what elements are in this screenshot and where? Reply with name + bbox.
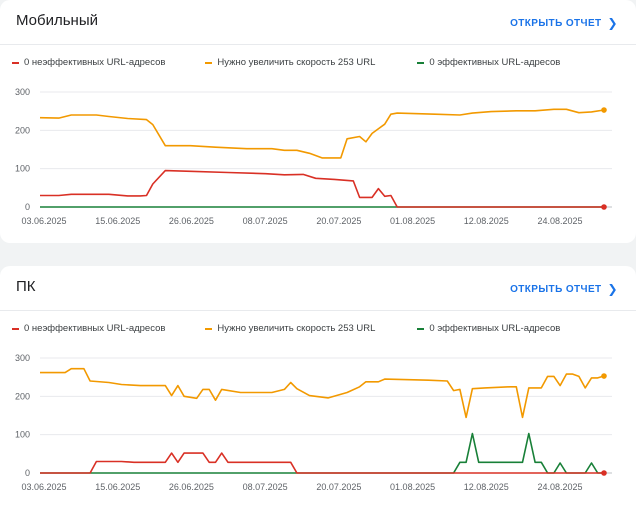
legend-swatch-poor xyxy=(12,327,19,330)
legend-item-good[interactable]: 0 эффективных URL-адресов xyxy=(417,323,560,334)
x-tick-label: 24.08.2025 xyxy=(537,482,582,492)
chart-legend-mobile: 0 неэффективных URL-адресов Нужно увелич… xyxy=(12,57,600,68)
x-tick-label: 20.07.2025 xyxy=(316,482,361,492)
y-tick-label: 100 xyxy=(15,430,30,440)
open-report-label: ОТКРЫТЬ ОТЧЕТ xyxy=(510,17,602,29)
y-tick-label: 200 xyxy=(15,125,30,135)
series-end-point-needs-improvement xyxy=(601,373,607,379)
x-tick-label: 08.07.2025 xyxy=(243,216,288,226)
x-tick-label: 12.08.2025 xyxy=(464,482,509,492)
divider xyxy=(0,44,636,45)
series-line-poor xyxy=(40,169,604,208)
legend-label-poor: 0 неэффективных URL-адресов xyxy=(24,57,166,68)
chart-legend-pc: 0 неэффективных URL-адресов Нужно увелич… xyxy=(12,323,600,334)
series-line-needs-improvement xyxy=(40,367,605,419)
x-tick-label: 08.07.2025 xyxy=(243,482,288,492)
x-tick-label: 15.06.2025 xyxy=(95,216,140,226)
pc-card: ПК ОТКРЫТЬ ОТЧЕТ ❯ 0 неэффективных URL-а… xyxy=(0,266,636,512)
y-tick-label: 300 xyxy=(15,353,30,363)
y-tick-label: 200 xyxy=(15,391,30,401)
legend-label-needs-improvement: Нужно увеличить скорость 253 URL xyxy=(217,57,376,68)
legend-swatch-good xyxy=(417,327,425,330)
mobile-card: Мобильный ОТКРЫТЬ ОТЧЕТ ❯ 0 неэффективны… xyxy=(0,0,636,243)
legend-swatch-needs-improvement xyxy=(205,327,213,330)
x-tick-label: 20.07.2025 xyxy=(316,216,361,226)
y-tick-label: 300 xyxy=(15,87,30,97)
legend-item-good[interactable]: 0 эффективных URL-адресов xyxy=(417,57,560,68)
x-tick-label: 01.08.2025 xyxy=(390,216,435,226)
legend-item-needs-improvement[interactable]: Нужно увеличить скорость 253 URL xyxy=(205,323,375,334)
x-tick-label: 15.06.2025 xyxy=(95,482,140,492)
legend-label-good: 0 эффективных URL-адресов xyxy=(429,57,561,68)
legend-item-poor[interactable]: 0 неэффективных URL-адресов xyxy=(12,57,165,68)
series-end-point-needs-improvement xyxy=(601,107,607,113)
chevron-right-icon: ❯ xyxy=(607,16,618,30)
open-report-button-mobile[interactable]: ОТКРЫТЬ ОТЧЕТ ❯ xyxy=(510,16,618,30)
x-tick-label: 24.08.2025 xyxy=(537,216,582,226)
pc-chart: 0 100 200 300 03.06.2025 15.06.2025 26.06.2025… xyxy=(15,353,612,492)
legend-swatch-poor xyxy=(12,61,19,64)
legend-label-needs-improvement: Нужно увеличить скорость 253 URL xyxy=(217,323,376,334)
divider xyxy=(0,310,636,311)
legend-label-good: 0 эффективных URL-адресов xyxy=(429,323,561,334)
series-line-needs-improvement xyxy=(39,108,605,159)
x-tick-label: 26.06.2025 xyxy=(169,216,214,226)
x-tick-label: 03.06.2025 xyxy=(21,216,66,226)
legend-item-needs-improvement[interactable]: Нужно увеличить скорость 253 URL xyxy=(205,57,375,68)
x-tick-label: 12.08.2025 xyxy=(464,216,509,226)
x-tick-label: 26.06.2025 xyxy=(169,482,214,492)
x-tick-label: 03.06.2025 xyxy=(21,482,66,492)
mobile-chart: 0 100 200 300 03.06.2025 15.06.2025 26.06.2025… xyxy=(15,87,612,226)
chevron-right-icon: ❯ xyxy=(607,282,618,296)
card-title-pc: ПК xyxy=(16,278,36,295)
x-tick-label: 01.08.2025 xyxy=(390,482,435,492)
open-report-button-pc[interactable]: ОТКРЫТЬ ОТЧЕТ ❯ xyxy=(510,282,618,296)
open-report-label: ОТКРЫТЬ ОТЧЕТ xyxy=(510,283,602,295)
series-line-good xyxy=(40,432,604,474)
legend-swatch-needs-improvement xyxy=(205,61,213,64)
y-tick-label: 0 xyxy=(25,468,30,478)
legend-item-poor[interactable]: 0 неэффективных URL-адресов xyxy=(12,323,165,334)
legend-swatch-good xyxy=(417,61,425,64)
legend-label-poor: 0 неэффективных URL-адресов xyxy=(24,323,166,334)
series-end-point-poor xyxy=(601,470,607,476)
series-end-point-poor xyxy=(601,204,607,210)
card-title-mobile: Мобильный xyxy=(16,12,98,29)
y-tick-label: 100 xyxy=(15,164,30,174)
y-tick-label: 0 xyxy=(25,202,30,212)
